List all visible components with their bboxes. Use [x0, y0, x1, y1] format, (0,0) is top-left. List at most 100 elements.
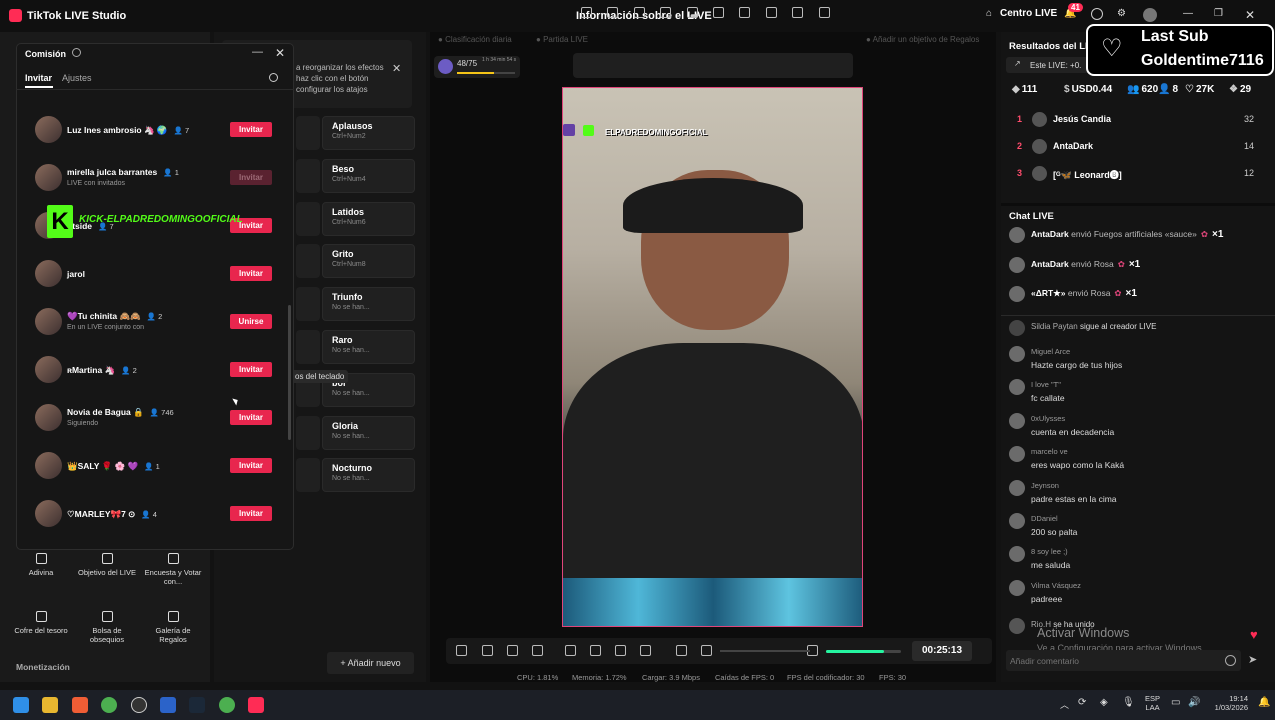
- maximize-icon[interactable]: ❐: [1214, 8, 1223, 19]
- ai-icon[interactable]: [507, 645, 518, 656]
- effect-card[interactable]: Beso Ctrl+Num4: [322, 158, 415, 193]
- tool-button[interactable]: Bolsa de obsequios: [78, 611, 136, 644]
- effect-card[interactable]: Raro No se han...: [322, 330, 415, 364]
- like-heart-icon[interactable]: ♥: [1250, 627, 1258, 642]
- effect-thumb[interactable]: [296, 458, 320, 493]
- centro-live-link[interactable]: Centro LIVE: [1000, 8, 1057, 19]
- chrome-profile-icon[interactable]: [219, 697, 235, 713]
- invite-button[interactable]: Invitar: [230, 506, 272, 521]
- emoji-icon[interactable]: [1225, 655, 1236, 666]
- rank-name[interactable]: AntaDark: [1053, 141, 1093, 151]
- comment-input[interactable]: [1010, 652, 1210, 669]
- effect-card[interactable]: Nocturno No se han...: [322, 458, 415, 493]
- tool-button[interactable]: Adivina: [12, 553, 70, 577]
- message-user[interactable]: DDaniel: [1031, 514, 1058, 523]
- home-icon[interactable]: ⌂: [986, 8, 992, 19]
- live-video-preview[interactable]: ELPADREDOMINGOFICIAL: [562, 87, 863, 627]
- mic-slider[interactable]: [826, 650, 901, 653]
- effect-thumb[interactable]: [296, 116, 320, 150]
- fit-icon[interactable]: [581, 7, 592, 18]
- effect-thumb[interactable]: [296, 201, 320, 236]
- partida-link[interactable]: ● Partida LIVE: [536, 35, 588, 44]
- tab-ajustes[interactable]: Ajustes: [62, 73, 92, 83]
- phone-icon[interactable]: [565, 645, 576, 656]
- message-user[interactable]: Miguel Arce: [1031, 347, 1070, 356]
- clock[interactable]: 19:14 1/03/2026: [1208, 694, 1248, 712]
- invite-button[interactable]: Invitar: [230, 410, 272, 425]
- gift-user[interactable]: AntaDark: [1031, 259, 1069, 269]
- minimize-icon[interactable]: —: [1183, 8, 1193, 19]
- message-user[interactable]: 0xUlysses: [1031, 414, 1065, 423]
- invite-button[interactable]: Invitar: [230, 122, 272, 137]
- invite-button[interactable]: Invitar: [230, 362, 272, 377]
- copy-icon[interactable]: [686, 7, 698, 18]
- delete-icon[interactable]: [818, 7, 830, 18]
- modal-minimize-icon[interactable]: —: [252, 46, 263, 58]
- flip-icon[interactable]: [739, 7, 751, 18]
- notifications-icon[interactable]: 🔔: [1258, 697, 1270, 708]
- tray-chevron-icon[interactable]: ︿: [1060, 698, 1069, 711]
- hint-close-icon[interactable]: ✕: [392, 62, 401, 75]
- effect-thumb[interactable]: [296, 244, 320, 279]
- add-new-button[interactable]: + Añadir nuevo: [327, 652, 414, 674]
- speaker-muted-icon[interactable]: [701, 645, 712, 656]
- effect-thumb[interactable]: [296, 415, 320, 450]
- message-user[interactable]: 8 soy lee ;): [1031, 547, 1068, 556]
- more-icon[interactable]: [640, 645, 651, 656]
- effect-card[interactable]: Grito Ctrl+Num8: [322, 244, 415, 279]
- add-source-icon[interactable]: [532, 645, 543, 656]
- tray-shield-icon[interactable]: ◈: [1100, 697, 1108, 708]
- tool-button[interactable]: Cofre del tesoro: [12, 611, 70, 635]
- message-user[interactable]: I love "T": [1031, 380, 1061, 389]
- obs-icon[interactable]: [131, 697, 147, 713]
- gift-user[interactable]: «ΔRT★»: [1031, 288, 1066, 298]
- windows-start-icon[interactable]: [13, 697, 29, 713]
- message-user[interactable]: Vilma Vásquez: [1031, 581, 1081, 590]
- clasificacion-link[interactable]: ● Clasificación diaria: [438, 35, 512, 44]
- file-explorer-icon[interactable]: [42, 697, 58, 713]
- language-indicator[interactable]: ESP LAA: [1145, 694, 1160, 712]
- objetivo-link[interactable]: ● Añadir un objetivo de Regalos: [866, 35, 979, 44]
- modal-scrollbar[interactable]: [288, 305, 291, 440]
- invite-button[interactable]: Invitar: [230, 170, 272, 185]
- steam-icon[interactable]: [189, 697, 205, 713]
- adjust-icon[interactable]: [676, 645, 687, 656]
- brave-icon[interactable]: [72, 697, 88, 713]
- avatar[interactable]: [1143, 8, 1157, 22]
- store-icon[interactable]: [160, 697, 176, 713]
- effect-thumb[interactable]: [296, 287, 320, 322]
- tray-mic-icon[interactable]: 🎙: [1122, 697, 1135, 708]
- tool-button[interactable]: Objetivo del LIVE: [78, 553, 136, 577]
- effect-thumb[interactable]: [296, 330, 320, 364]
- invite-button[interactable]: Unirse: [230, 314, 272, 329]
- chrome-icon[interactable]: [101, 697, 117, 713]
- volume-slider-muted[interactable]: [720, 650, 810, 652]
- rank-name[interactable]: Jesús Candia: [1053, 114, 1111, 124]
- invite-button[interactable]: Invitar: [230, 458, 272, 473]
- message-user[interactable]: Jeynson: [1031, 481, 1059, 490]
- effect-card[interactable]: Gloria No se han...: [322, 415, 415, 450]
- tool-button[interactable]: Encuesta y Votar con...: [144, 553, 202, 586]
- target-icon[interactable]: [633, 7, 645, 18]
- gift-user[interactable]: AntaDark: [1031, 229, 1069, 239]
- mirror-icon[interactable]: [713, 7, 724, 18]
- volume-icon[interactable]: 🔊: [1188, 697, 1200, 708]
- modal-close-icon[interactable]: ✕: [275, 46, 285, 60]
- rotate-icon[interactable]: [792, 7, 804, 18]
- effect-card[interactable]: Aplausos Ctrl+Num2: [322, 116, 415, 150]
- crop-icon[interactable]: [660, 7, 672, 18]
- tool-button[interactable]: Galería de Regalos: [144, 611, 202, 644]
- effect-card[interactable]: Triunfo No se han...: [322, 287, 415, 322]
- camera-icon[interactable]: [615, 645, 626, 656]
- close-icon[interactable]: ✕: [1245, 8, 1255, 22]
- message-user[interactable]: marcelo ve: [1031, 447, 1068, 456]
- rank-name[interactable]: [ᴳ🦋 Leonard🅑]: [1053, 168, 1122, 181]
- gear-icon[interactable]: ⚙: [1117, 8, 1126, 19]
- tray-sync-icon[interactable]: ⟳: [1078, 697, 1086, 708]
- effect-card[interactable]: Latidos Ctrl+Num6: [322, 201, 415, 236]
- effect-thumb[interactable]: [296, 158, 320, 193]
- expand-icon[interactable]: [607, 7, 619, 18]
- network-icon[interactable]: ▭: [1171, 697, 1180, 708]
- magic-icon[interactable]: [456, 645, 467, 656]
- record-icon[interactable]: [590, 645, 601, 656]
